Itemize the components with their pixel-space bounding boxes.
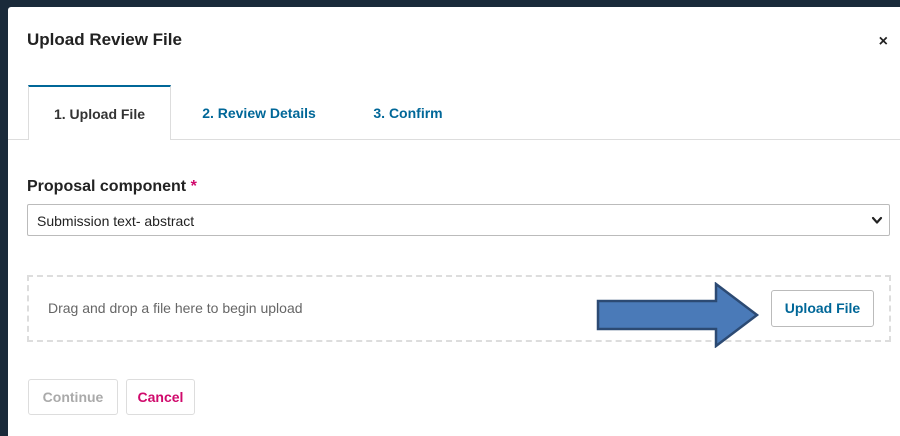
proposal-component-select[interactable]: Submission text- abstract (27, 204, 890, 236)
upload-file-button[interactable]: Upload File (771, 290, 874, 327)
proposal-component-value: Submission text- abstract (37, 213, 195, 229)
dropzone-instruction: Drag and drop a file here to begin uploa… (48, 300, 303, 316)
chevron-down-icon (871, 216, 883, 224)
modal-header: Upload Review File × (8, 7, 900, 77)
proposal-component-label: Proposal component * (27, 178, 197, 196)
continue-button[interactable]: Continue (28, 379, 118, 415)
upload-review-file-modal: Upload Review File × 1. Upload File 2. R… (8, 7, 900, 436)
modal-title: Upload Review File (27, 30, 182, 49)
arrow-right-icon (596, 282, 760, 348)
tab-confirm[interactable]: 3. Confirm (358, 85, 458, 139)
tab-review-details[interactable]: 2. Review Details (184, 85, 334, 139)
tab-upload-file[interactable]: 1. Upload File (28, 85, 171, 140)
close-icon[interactable]: × (879, 34, 888, 50)
cancel-button[interactable]: Cancel (126, 379, 195, 415)
proposal-component-label-text: Proposal component (27, 178, 187, 195)
required-marker: * (190, 178, 197, 195)
tab-bar: 1. Upload File 2. Review Details 3. Conf… (8, 85, 900, 140)
file-dropzone[interactable]: Drag and drop a file here to begin uploa… (27, 275, 891, 348)
